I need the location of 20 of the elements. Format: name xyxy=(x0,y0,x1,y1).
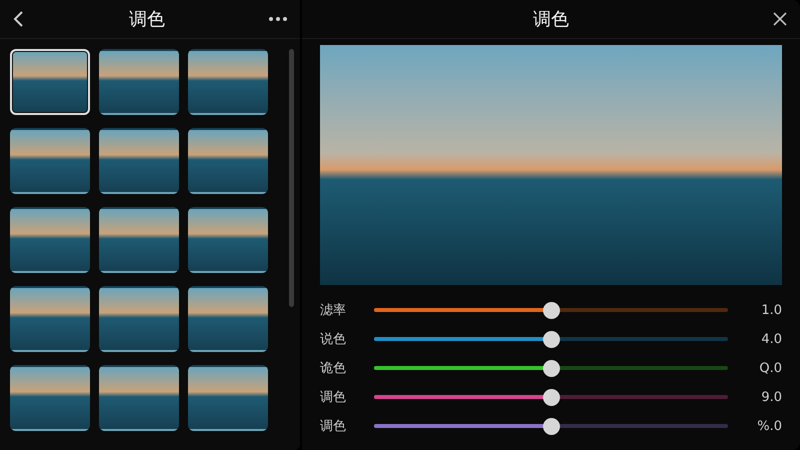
slider-label: 调色 xyxy=(320,389,347,406)
slider-label: 滤率 xyxy=(320,302,347,319)
scrollbar[interactable] xyxy=(289,49,294,307)
slider-thumb[interactable] xyxy=(542,330,560,348)
slider-label: 调色 xyxy=(320,418,347,435)
panel-title: 调色 xyxy=(533,8,569,31)
slider-value: %.0 xyxy=(756,418,782,434)
slider-value: 1.0 xyxy=(760,302,782,318)
more-icon[interactable] xyxy=(266,14,290,24)
slider-thumb[interactable] xyxy=(542,388,560,406)
slider-label: 说色 xyxy=(320,331,347,348)
slider-value: 4.0 xyxy=(760,332,782,346)
photo-placeholder[interactable] xyxy=(10,49,90,115)
slider-value: Q.0 xyxy=(758,360,782,376)
slider-thumb[interactable] xyxy=(542,302,560,318)
slider-thumb[interactable] xyxy=(542,418,560,434)
slider-thumb[interactable] xyxy=(542,360,560,376)
slider-label: 诡色 xyxy=(320,360,347,377)
panel-title: 调色 xyxy=(129,8,165,31)
slider-value: 9.0 xyxy=(760,390,782,404)
